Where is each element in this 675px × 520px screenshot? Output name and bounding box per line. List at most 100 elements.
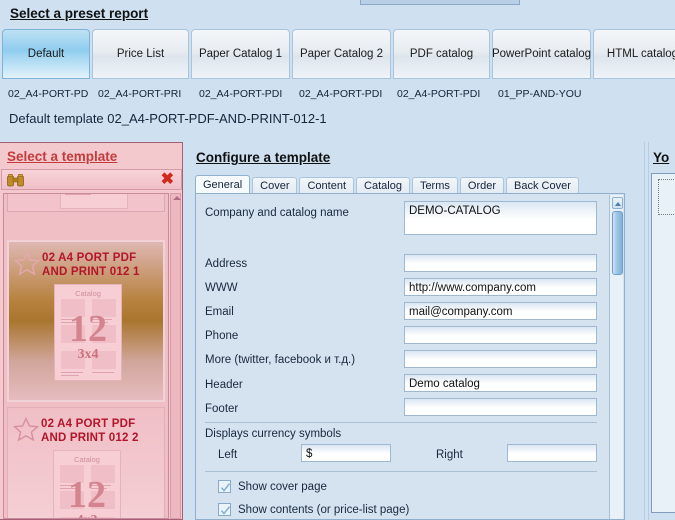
scroll-up-icon[interactable]: [173, 196, 181, 200]
currency-left-label: Left: [218, 449, 238, 461]
field-label-www: WWW: [205, 282, 238, 294]
currency-right-field[interactable]: [507, 444, 597, 462]
list-item[interactable]: 3x3: [7, 194, 165, 212]
scrollbar-thumb[interactable]: [612, 211, 623, 275]
more-field[interactable]: [404, 350, 597, 368]
tab-paper-catalog-1[interactable]: Paper Catalog 1: [191, 29, 290, 79]
tab-powerpoint-catalog[interactable]: PowerPoint catalog: [492, 29, 591, 79]
tab-powerpoint-catalog-label: PowerPoint catalog: [491, 48, 592, 60]
checkbox-icon[interactable]: [218, 480, 231, 493]
thumbnail-caption: Catalog: [75, 289, 101, 298]
template-list-scrollbar[interactable]: [170, 193, 181, 519]
tab-back-cover-label: Back Cover: [514, 180, 571, 192]
template-search-bar[interactable]: ✖: [1, 169, 182, 190]
tab-paper-catalog-1-label: Paper Catalog 1: [198, 48, 283, 60]
tab-price-list-label: Price List: [116, 48, 165, 60]
tab-html-catalog-label: HTML catalog: [606, 48, 675, 60]
star-icon: [12, 416, 40, 442]
star-icon: [13, 250, 41, 276]
tab-general[interactable]: General: [195, 175, 251, 194]
email-field[interactable]: mail@company.com: [404, 302, 597, 320]
checkbox-show-contents[interactable]: Show contents (or price-list page): [218, 503, 409, 516]
binoculars-icon[interactable]: [7, 174, 24, 187]
select-template-panel: Select a template ✖ 3x3: [0, 142, 183, 520]
tab-cover-label: Cover: [260, 180, 290, 192]
your-panel-box[interactable]: [651, 173, 675, 513]
field-label-email: Email: [205, 306, 234, 318]
close-icon[interactable]: ✖: [161, 171, 174, 189]
tab-paper-catalog-2[interactable]: Paper Catalog 2: [292, 29, 391, 79]
field-label-more: More (twitter, facebook и т.д.): [205, 354, 356, 366]
list-item[interactable]: 02 A4 PORT PDF AND PRINT 012 2 Catalog 1…: [7, 407, 165, 518]
select-template-title: Select a template: [7, 149, 118, 164]
focus-outline: [658, 179, 675, 215]
preset-name-5: 01_PP-AND-YOU: [498, 88, 582, 100]
tab-default-label: Default: [27, 48, 65, 60]
checkbox-label: Show cover page: [238, 480, 327, 493]
checkbox-icon[interactable]: [218, 503, 231, 516]
tab-paper-catalog-2-label: Paper Catalog 2: [299, 48, 384, 60]
header-field[interactable]: Demo catalog: [404, 374, 597, 392]
preset-tab-strip: Default Price List Paper Catalog 1 Paper…: [0, 29, 675, 79]
checkbox-show-cover-page[interactable]: Show cover page: [218, 480, 327, 493]
template-thumbnail: 3x3: [60, 194, 128, 209]
template-thumbnail: Catalog 12 4x3: [53, 450, 121, 518]
thumbnail-caption: Catalog: [74, 455, 100, 464]
template-card-name: 02 A4 PORT PDF AND PRINT 012 1: [42, 252, 140, 278]
template-thumbnail: Catalog 12 3x4: [54, 284, 122, 381]
field-label-phone: Phone: [205, 330, 239, 342]
tab-general-label: General: [203, 179, 243, 191]
preset-name-2: 02_A4-PORT-PDI: [199, 88, 283, 100]
preset-name-1: 02_A4-PORT-PRI: [98, 88, 182, 100]
list-item-selected[interactable]: 02 A4 PORT PDF AND PRINT 012 1 Catalog 1…: [7, 240, 165, 402]
currency-section-label: Displays currency symbols: [205, 428, 342, 440]
your-panel: Yo: [649, 142, 675, 520]
tab-pdf-catalog-label: PDF catalog: [409, 48, 474, 60]
your-panel-title: Yo: [653, 150, 670, 165]
application-window: Select a preset report Default Price Lis…: [0, 0, 675, 520]
template-card-name: 02 A4 PORT PDF AND PRINT 012 2: [41, 418, 139, 444]
tab-content[interactable]: Content: [299, 177, 355, 194]
footer-field[interactable]: [404, 398, 597, 416]
scroll-up-button[interactable]: [612, 197, 623, 209]
form-scrollbar[interactable]: [609, 195, 623, 519]
tab-cover[interactable]: Cover: [252, 177, 298, 194]
divider: [205, 471, 597, 472]
preset-name-0: 02_A4-PORT-PD: [8, 88, 89, 100]
checkbox-label: Show contents (or price-list page): [238, 503, 410, 516]
www-field[interactable]: http://www.company.com: [404, 278, 597, 296]
tab-price-list[interactable]: Price List: [92, 29, 189, 79]
preset-name-4: 02_A4-PORT-PDI: [397, 88, 481, 100]
configure-tab-strip: General Cover Content Catalog Terms Orde…: [195, 175, 581, 194]
preset-name-row: 02_A4-PORT-PD 02_A4-PORT-PRI 02_A4-PORT-…: [0, 88, 675, 108]
template-list[interactable]: 3x3 02 A4 PORT PDF AND PRINT 01: [3, 193, 169, 519]
tab-terms[interactable]: Terms: [411, 177, 458, 194]
general-tab-form: Company and catalog name DEMO-CATALOG Ad…: [195, 193, 625, 520]
tab-html-catalog[interactable]: HTML catalog: [593, 29, 675, 79]
tab-order[interactable]: Order: [459, 177, 505, 194]
thumbnail-number: 12: [69, 308, 107, 350]
company-name-field[interactable]: DEMO-CATALOG: [404, 201, 597, 235]
address-field[interactable]: [404, 254, 597, 272]
tab-order-label: Order: [467, 180, 497, 192]
thumbnail-number: 12: [68, 474, 106, 516]
currency-left-field[interactable]: $: [301, 444, 391, 462]
configure-template-title: Configure a template: [196, 150, 331, 165]
clipped-top-window-bar: [360, 0, 520, 5]
tab-catalog-label: Catalog: [364, 180, 402, 192]
tab-back-cover[interactable]: Back Cover: [506, 177, 579, 194]
default-template-label: Default template 02_A4-PORT-PDF-AND-PRIN…: [9, 111, 327, 126]
tab-pdf-catalog[interactable]: PDF catalog: [393, 29, 490, 79]
thumbnail-grid-label: 4x3: [54, 513, 120, 518]
thumbnail-grid-label: 3x4: [77, 347, 99, 362]
field-label-header: Header: [205, 379, 243, 391]
phone-field[interactable]: [404, 326, 597, 344]
preset-report-title: Select a preset report: [10, 6, 149, 21]
divider: [205, 422, 597, 423]
field-label-footer: Footer: [205, 403, 239, 415]
field-label-company-name: Company and catalog name: [205, 207, 349, 219]
preset-name-3: 02_A4-PORT-PDI: [299, 88, 383, 100]
tab-content-label: Content: [307, 180, 347, 192]
tab-catalog[interactable]: Catalog: [356, 177, 410, 194]
tab-default[interactable]: Default: [2, 29, 90, 79]
